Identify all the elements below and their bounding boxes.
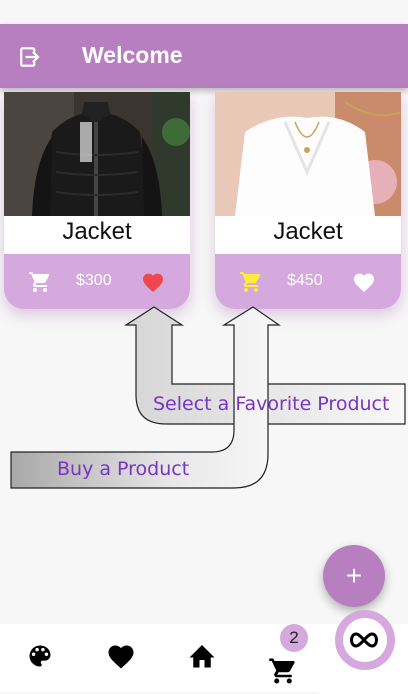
product-actions: $450 [215, 254, 401, 309]
page-title: Welcome [82, 42, 183, 68]
favorite-annotation: Select a Favorite Product [153, 393, 390, 415]
product-image [215, 92, 401, 216]
home-icon[interactable] [187, 641, 217, 669]
login-icon[interactable] [18, 44, 44, 70]
favorite-heart-icon[interactable] [352, 271, 376, 293]
product-image [4, 92, 190, 216]
product-name: Jacket [62, 218, 132, 245]
cart-icon[interactable] [239, 270, 263, 294]
buy-annotation: Buy a Product [57, 458, 190, 480]
cart-icon[interactable] [268, 656, 298, 686]
product-price: $300 [76, 272, 112, 289]
infinity-icon[interactable] [347, 630, 381, 650]
product-card[interactable]: Jacket $450 [215, 92, 401, 309]
palette-icon[interactable] [26, 642, 54, 670]
favorite-heart-icon[interactable] [141, 271, 165, 293]
status-bar [0, 0, 408, 24]
product-price: $450 [287, 272, 323, 289]
app-bar: Welcome [0, 24, 408, 88]
add-button[interactable]: + [323, 545, 385, 607]
cart-icon[interactable] [28, 270, 52, 294]
product-actions: $300 [4, 254, 190, 309]
product-card[interactable]: Jacket $300 [4, 92, 190, 309]
heart-icon[interactable] [106, 642, 136, 670]
cart-badge: 2 [280, 624, 308, 652]
product-name: Jacket [273, 218, 343, 245]
